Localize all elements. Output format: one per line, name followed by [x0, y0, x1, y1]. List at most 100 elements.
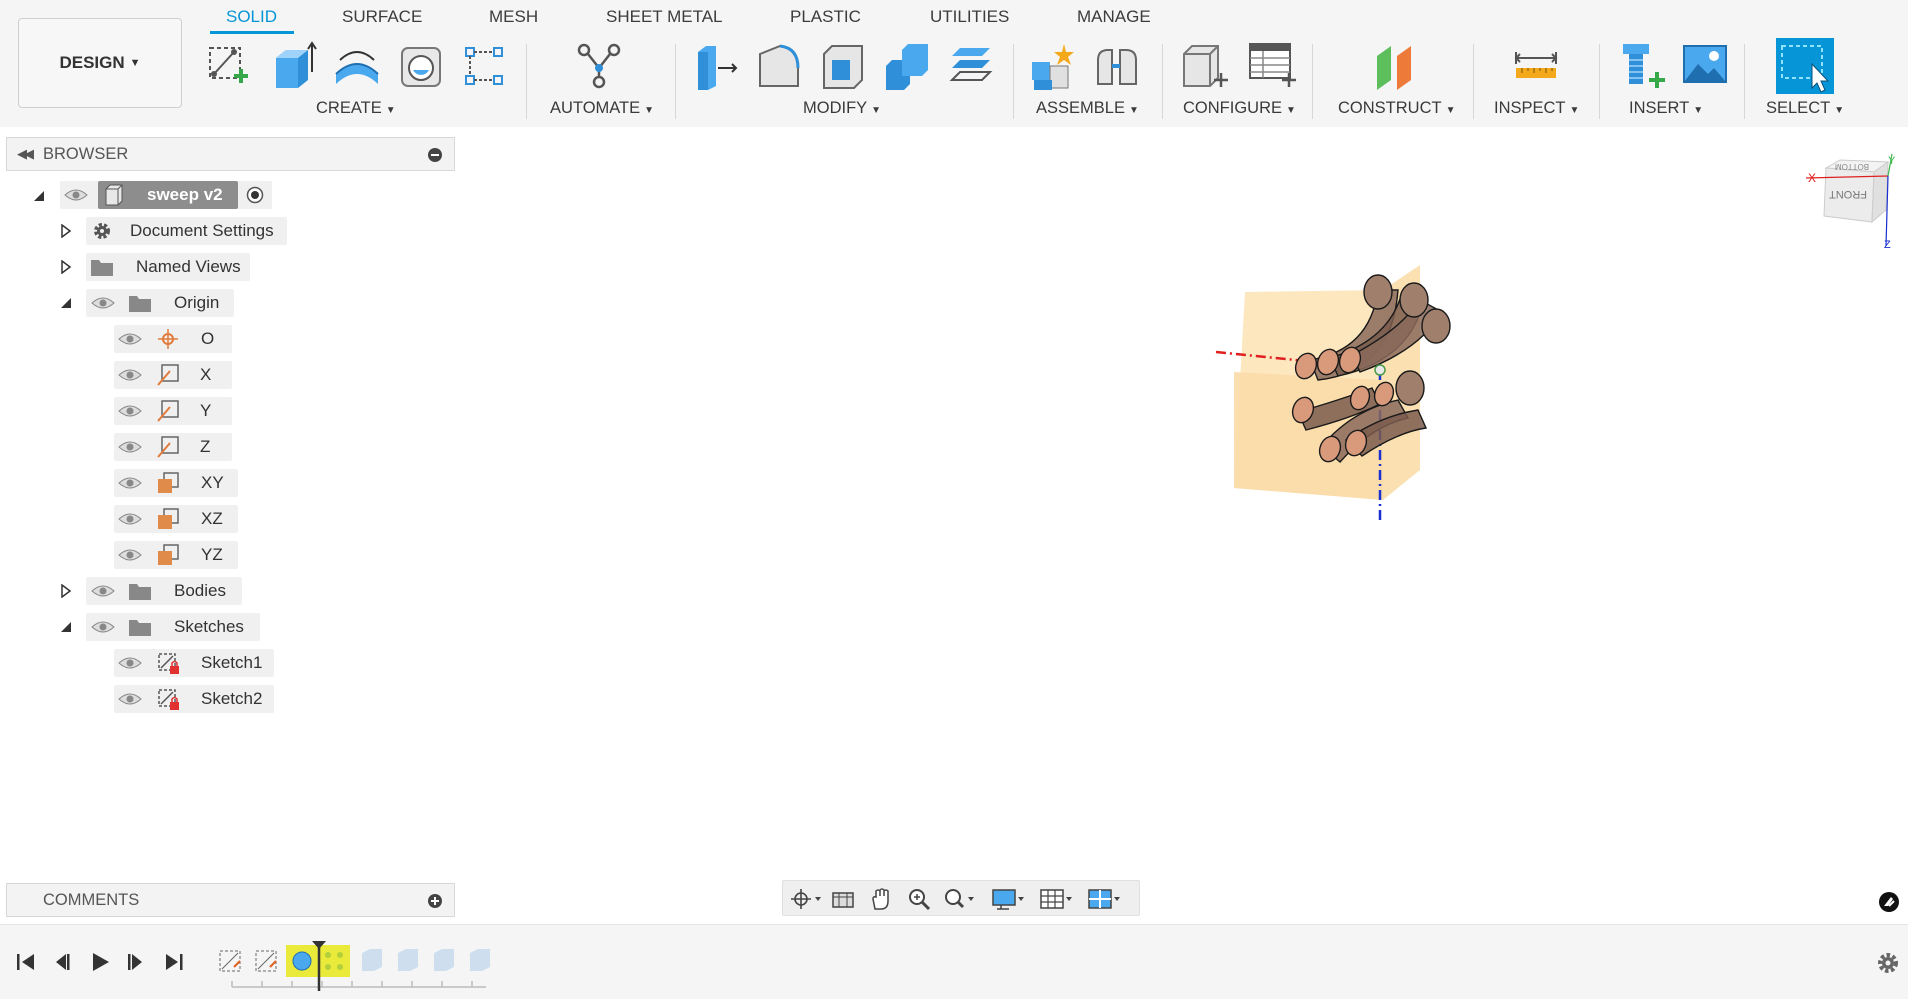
step-forward-icon[interactable]: [124, 951, 148, 973]
create-sketch-icon[interactable]: [204, 40, 254, 92]
assemble-menu[interactable]: ASSEMBLE ▼: [1036, 99, 1139, 118]
insert-canvas-icon[interactable]: [1680, 40, 1730, 92]
change-parameters-icon[interactable]: [1180, 40, 1230, 92]
create-menu[interactable]: CREATE ▼: [316, 99, 396, 118]
add-comment-icon[interactable]: [428, 894, 442, 908]
display-settings-icon[interactable]: [991, 887, 1025, 911]
collapsed-triangle-icon[interactable]: [59, 584, 73, 598]
eye-icon[interactable]: [118, 440, 142, 454]
origin-point-icon: [158, 329, 178, 349]
settings-gear-icon[interactable]: [1876, 951, 1900, 975]
eye-icon[interactable]: [118, 476, 142, 490]
viewcube[interactable]: X Y Z BOTTOM FRONT: [1800, 150, 1900, 250]
workspace-switcher-button[interactable]: DESIGN ▼: [18, 18, 182, 108]
create-menu-label: CREATE: [316, 99, 382, 117]
new-component-icon[interactable]: [1028, 40, 1078, 92]
toolbar-divider: [1312, 44, 1313, 119]
eye-icon[interactable]: [118, 512, 142, 526]
activate-radio-icon[interactable]: [246, 186, 264, 204]
eye-icon[interactable]: [118, 692, 142, 706]
collapse-panel-icon[interactable]: ◀◀: [17, 146, 34, 162]
expanded-triangle-icon[interactable]: [59, 620, 73, 634]
zoom-window-icon[interactable]: [941, 887, 975, 911]
timeline-pattern-feature[interactable]: [318, 945, 350, 977]
tab-sheet-metal[interactable]: SHEET METAL: [606, 7, 723, 27]
autodesk-logo-icon[interactable]: [1878, 891, 1900, 913]
fillet-icon[interactable]: [754, 40, 804, 92]
joint-icon[interactable]: [1092, 40, 1142, 92]
caret-down-icon: ▼: [1445, 105, 1456, 116]
caret-down-icon: ▼: [871, 105, 882, 116]
eye-icon[interactable]: [118, 404, 142, 418]
eye-icon[interactable]: [91, 584, 115, 598]
eye-icon[interactable]: [118, 548, 142, 562]
construct-menu[interactable]: CONSTRUCT ▼: [1338, 99, 1455, 118]
timeline-feature-track[interactable]: [214, 939, 504, 991]
configure-table-icon[interactable]: [1246, 40, 1296, 92]
eye-icon[interactable]: [91, 620, 115, 634]
play-icon[interactable]: [88, 951, 112, 973]
go-to-end-icon[interactable]: [162, 951, 186, 973]
origin-point-marker[interactable]: [1374, 364, 1386, 376]
timeline-suppressed-features[interactable]: [362, 949, 490, 971]
select-menu[interactable]: SELECT ▼: [1766, 99, 1844, 118]
revolve-icon[interactable]: [332, 40, 382, 92]
zoom-icon[interactable]: [903, 887, 937, 911]
viewports-icon[interactable]: [1087, 887, 1121, 911]
inspect-menu[interactable]: INSPECT ▼: [1494, 99, 1579, 118]
select-icon[interactable]: [1776, 38, 1834, 94]
caret-down-icon: ▼: [1128, 105, 1139, 116]
folder-icon: [129, 296, 151, 312]
orbit-icon[interactable]: [789, 887, 823, 911]
extrude-icon[interactable]: [268, 40, 318, 92]
tab-solid[interactable]: SOLID: [226, 7, 277, 27]
tree-label-origin: Origin: [174, 293, 220, 312]
offset-plane-icon[interactable]: [1371, 40, 1421, 92]
look-at-icon[interactable]: [827, 887, 861, 911]
comments-panel-header[interactable]: COMMENTS: [6, 883, 455, 917]
pan-hand-icon[interactable]: [865, 887, 899, 911]
caret-down-icon: ▼: [129, 57, 141, 69]
eye-icon[interactable]: [118, 332, 142, 346]
modify-menu[interactable]: MODIFY ▼: [803, 99, 881, 118]
tab-plastic[interactable]: PLASTIC: [790, 7, 861, 27]
pattern-icon[interactable]: [460, 40, 510, 92]
timeline-sketch-feature[interactable]: [255, 950, 277, 972]
eye-icon[interactable]: [64, 188, 88, 202]
axis-icon: [157, 436, 179, 458]
root-component-label[interactable]: sweep v2: [147, 185, 223, 205]
tab-surface[interactable]: SURFACE: [342, 7, 422, 27]
assemble-menu-label: ASSEMBLE: [1036, 99, 1125, 117]
insert-mcmaster-icon[interactable]: [1617, 40, 1667, 92]
offset-face-icon[interactable]: [946, 40, 996, 92]
go-to-start-icon[interactable]: [14, 951, 38, 973]
viewcube-axis-z-label: Z: [1884, 239, 1891, 250]
tab-mesh[interactable]: MESH: [489, 7, 538, 27]
shell-icon[interactable]: [818, 40, 868, 92]
configure-menu[interactable]: CONFIGURE ▼: [1183, 99, 1296, 118]
press-pull-icon[interactable]: [690, 40, 740, 92]
expanded-triangle-icon[interactable]: [32, 189, 46, 203]
automate-menu[interactable]: AUTOMATE ▼: [550, 99, 654, 118]
comments-title: COMMENTS: [43, 890, 140, 909]
step-back-icon[interactable]: [50, 951, 74, 973]
3d-canvas-viewport[interactable]: [460, 127, 1908, 924]
automate-icon[interactable]: [574, 40, 624, 92]
tab-utilities[interactable]: UTILITIES: [930, 7, 1009, 27]
eye-icon[interactable]: [118, 368, 142, 382]
measure-icon[interactable]: [1512, 40, 1562, 92]
collapsed-triangle-icon[interactable]: [59, 224, 73, 238]
grid-settings-icon[interactable]: [1039, 887, 1073, 911]
expanded-triangle-icon[interactable]: [59, 296, 73, 310]
hole-icon[interactable]: [396, 40, 446, 92]
collapsed-triangle-icon[interactable]: [59, 260, 73, 274]
eye-icon[interactable]: [91, 296, 115, 310]
minimize-icon[interactable]: [428, 148, 442, 162]
timeline-sketch-feature[interactable]: [219, 950, 241, 972]
combine-icon[interactable]: [882, 40, 932, 92]
eye-icon[interactable]: [118, 656, 142, 670]
insert-menu[interactable]: INSERT ▼: [1629, 99, 1703, 118]
tree-label-z: Z: [200, 437, 211, 456]
timeline-sweep-feature[interactable]: [286, 945, 318, 977]
tab-manage[interactable]: MANAGE: [1077, 7, 1151, 27]
